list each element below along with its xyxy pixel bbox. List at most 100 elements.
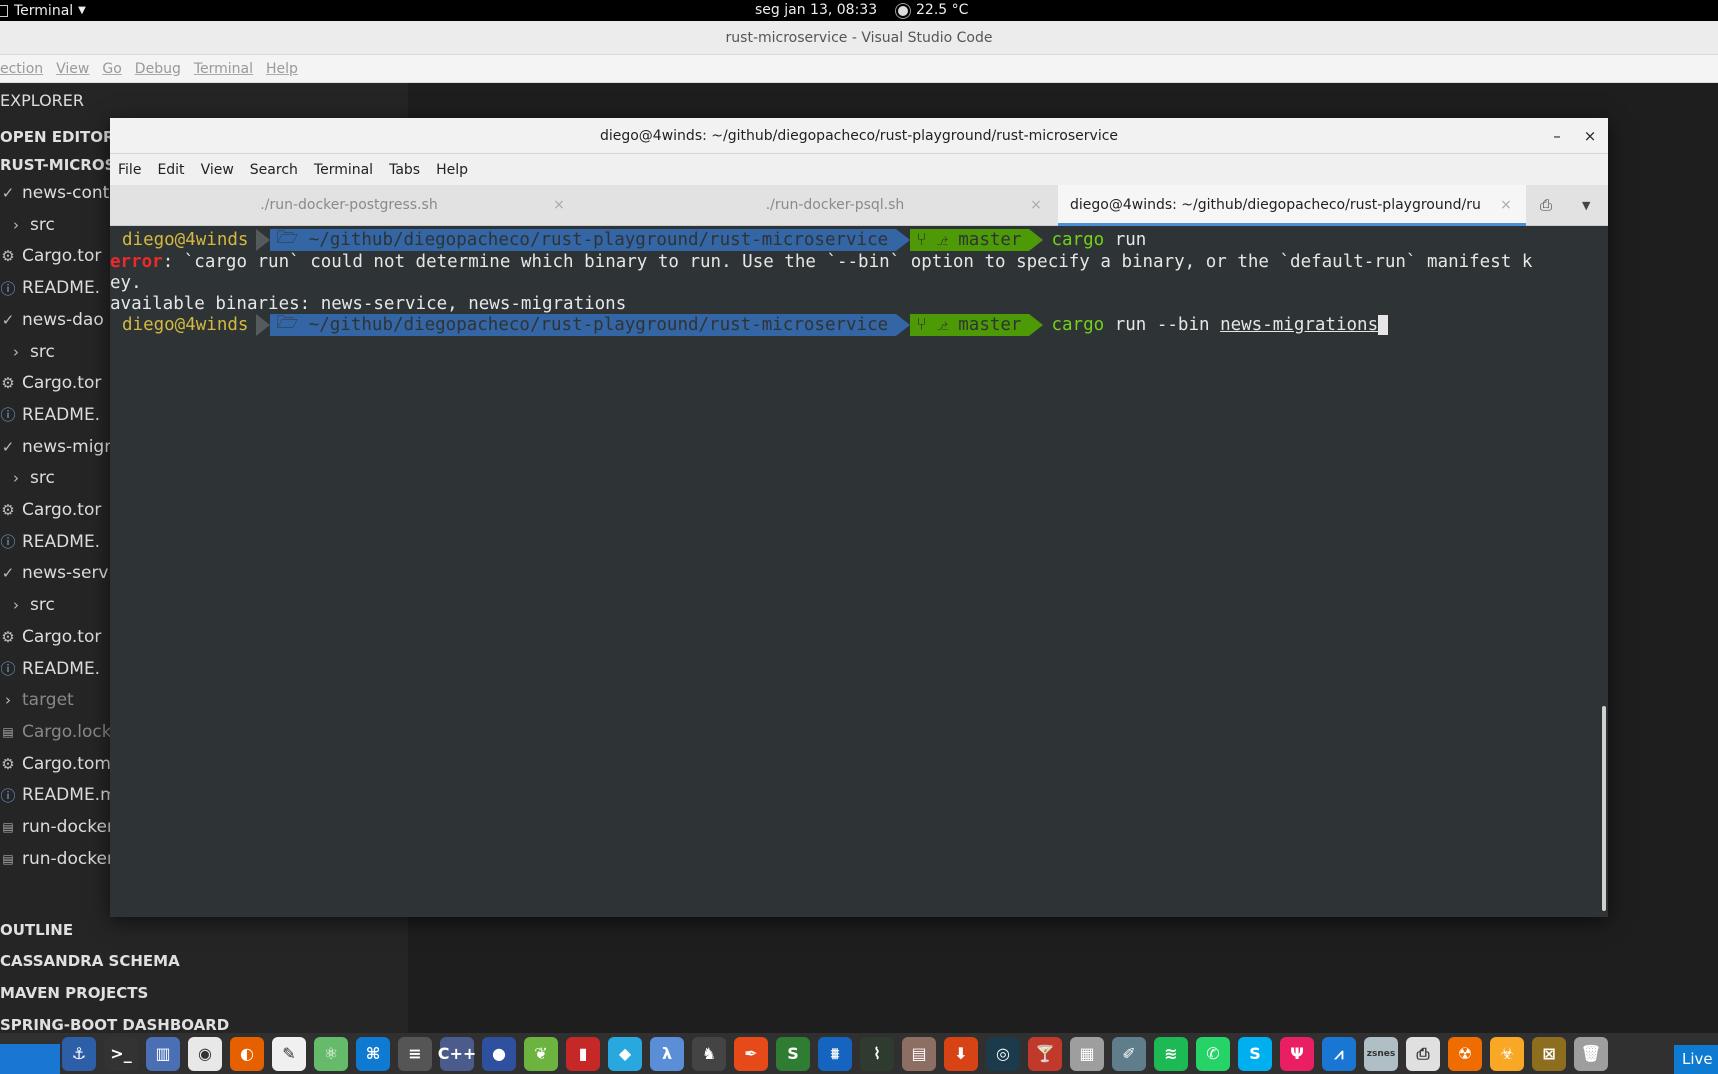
terminal-scrollbar[interactable] bbox=[1600, 226, 1608, 917]
vscode-menu-item[interactable]: Go bbox=[102, 61, 121, 77]
vscode-menu-item[interactable]: Help bbox=[266, 61, 298, 77]
dosbox-icon[interactable]: ⊠ bbox=[1532, 1036, 1566, 1071]
vscode-menu-item[interactable]: View bbox=[56, 61, 89, 77]
tree-item[interactable]: ⚙ Cargo.tor bbox=[0, 623, 101, 651]
tree-item[interactable]: › src bbox=[8, 591, 55, 619]
scrollbar-thumb[interactable] bbox=[1602, 706, 1606, 911]
stripes-icon[interactable]: ≡ bbox=[398, 1036, 432, 1071]
spotify-icon[interactable]: ≋ bbox=[1154, 1036, 1188, 1071]
weather-indicator[interactable]: 22.5 °C bbox=[898, 0, 968, 21]
cpp-icon[interactable]: C++ bbox=[438, 1036, 476, 1071]
tree-item[interactable]: ▤ run-docker bbox=[0, 813, 114, 841]
terminal-titlebar[interactable]: diego@4winds: ~/github/diegopacheco/rust… bbox=[110, 118, 1608, 154]
spring-icon[interactable]: ❦ bbox=[524, 1036, 558, 1071]
chrome-icon[interactable]: ◉ bbox=[188, 1036, 222, 1071]
terminal-menu-item[interactable]: Terminal bbox=[314, 162, 373, 178]
tab-close-icon[interactable]: × bbox=[1028, 185, 1044, 226]
vscode-icon[interactable]: ⌘ bbox=[356, 1036, 390, 1071]
outline-section[interactable]: OUTLINE bbox=[0, 921, 73, 939]
dock: ⚓ >_ ▥ ◉ ◐ ✎ ⚛ ⌘ ≡ C++ ● ❦ ▮ ◆ λ ♞ ✒ S ⩩ ⌇ ▤ ⬇ ◎ 🍸 ▦ ✐ ≋ ✆ S Ψ ⩘ zsnes ⎙… bbox=[0, 1033, 1718, 1074]
network-icon[interactable]: ◎ bbox=[986, 1036, 1020, 1071]
cassandra-schema-section[interactable]: CASSANDRA SCHEMA bbox=[0, 952, 180, 970]
tab-run-docker-psql[interactable]: ./run-docker-psql.sh × bbox=[608, 185, 1108, 226]
whatsapp-icon[interactable]: ✆ bbox=[1196, 1036, 1230, 1071]
trash-icon[interactable]: 🗑 bbox=[1574, 1036, 1608, 1071]
atom-icon[interactable]: ⚛ bbox=[314, 1036, 348, 1071]
zsnes-icon[interactable]: zsnes bbox=[1364, 1036, 1398, 1071]
close-button[interactable]: × bbox=[1578, 118, 1602, 154]
sysmon-icon[interactable]: ⌇ bbox=[860, 1036, 894, 1071]
app-menu[interactable]: Terminal ▼ bbox=[0, 0, 86, 21]
tree-item[interactable]: ⓘ README. bbox=[0, 401, 100, 429]
tree-item[interactable]: ⚙ Cargo.toml bbox=[0, 750, 115, 778]
terminal-menu-item[interactable]: View bbox=[201, 162, 234, 178]
tree-item[interactable]: ✓ news-servic bbox=[0, 559, 123, 587]
clock[interactable]: seg jan 13, 08:33 bbox=[755, 0, 877, 21]
vscode-menu-item[interactable]: Debug bbox=[135, 61, 181, 77]
tree-item[interactable]: ⓘ README. bbox=[0, 655, 100, 683]
tree-item[interactable]: ✓ news-migra bbox=[0, 433, 122, 461]
vscode-status-left[interactable] bbox=[0, 1044, 60, 1074]
installer-icon[interactable]: ⬇ bbox=[944, 1036, 978, 1071]
tab-label: ./run-docker-psql.sh bbox=[765, 197, 905, 213]
maven-projects-section[interactable]: MAVEN PROJECTS bbox=[0, 984, 148, 1002]
chevron-down-icon: ✓ bbox=[1, 437, 15, 456]
books-icon[interactable]: ▤ bbox=[902, 1036, 936, 1071]
tab-close-icon[interactable]: × bbox=[1498, 185, 1514, 226]
open-editors-section[interactable]: OPEN EDITORS bbox=[0, 128, 125, 146]
tree-item[interactable]: ⓘ README.m bbox=[0, 781, 116, 809]
terminal-menu-item[interactable]: Help bbox=[436, 162, 468, 178]
vscode-menu-item[interactable]: Terminal bbox=[194, 61, 253, 77]
pen-icon[interactable]: ✒ bbox=[734, 1036, 768, 1071]
terminal-menu-item[interactable]: File bbox=[118, 162, 141, 178]
tree-item[interactable]: ✓ news-contr bbox=[0, 179, 117, 207]
brush-icon[interactable]: ✐ bbox=[1112, 1036, 1146, 1071]
tree-item[interactable]: ▤ Cargo.lock bbox=[0, 718, 111, 746]
skype-icon[interactable]: S bbox=[1238, 1036, 1272, 1071]
tree-item[interactable]: › target bbox=[0, 686, 74, 714]
terminal-menu-item[interactable]: Search bbox=[250, 162, 298, 178]
tree-item[interactable]: ⓘ README. bbox=[0, 528, 100, 556]
files-icon[interactable]: ▥ bbox=[146, 1036, 180, 1071]
tree-item[interactable]: ⓘ README. bbox=[0, 274, 100, 302]
redis-icon[interactable]: ▮ bbox=[566, 1036, 600, 1071]
project-section[interactable]: RUST-MICROSE bbox=[0, 156, 126, 174]
tree-item[interactable]: ⚙ Cargo.tor bbox=[0, 242, 101, 270]
tree-item[interactable]: › src bbox=[8, 464, 55, 492]
anchor-icon[interactable]: ⚓ bbox=[62, 1036, 96, 1071]
mortal-kombat-icon[interactable]: ☢ bbox=[1448, 1036, 1482, 1071]
terminal-menu-item[interactable]: Tabs bbox=[389, 162, 420, 178]
tab-run-docker-postgress[interactable]: ./run-docker-postgress.sh × bbox=[110, 185, 608, 226]
tab-active-shell[interactable]: diego@4winds: ~/github/diegopacheco/rust… bbox=[1058, 185, 1526, 226]
scala-icon[interactable]: S bbox=[776, 1036, 810, 1071]
tree-item[interactable]: ✓ news-dao bbox=[0, 306, 104, 334]
tree-item[interactable]: › src bbox=[8, 211, 55, 239]
globe-icon[interactable]: ● bbox=[482, 1036, 516, 1071]
tabs-dropdown-icon[interactable]: ▼ bbox=[1582, 185, 1590, 226]
live-badge[interactable]: Live bbox=[1674, 1045, 1718, 1074]
tree-item[interactable]: ⚙ Cargo.tor bbox=[0, 369, 101, 397]
docker-icon[interactable]: ◆ bbox=[608, 1036, 642, 1071]
calculator-icon[interactable]: ▦ bbox=[1070, 1036, 1104, 1071]
clojure-icon[interactable]: λ bbox=[650, 1036, 684, 1071]
tree-item[interactable]: › src bbox=[8, 338, 55, 366]
terminal-content[interactable]: diego@4winds 🗁 ~/github/diegopacheco/rust… bbox=[110, 226, 1600, 917]
tree-item[interactable]: ⚙ Cargo.tor bbox=[0, 496, 101, 524]
tab-close-icon[interactable]: × bbox=[551, 185, 567, 226]
vscode-menu-item[interactable]: ection bbox=[0, 61, 43, 77]
minimize-button[interactable]: – bbox=[1545, 118, 1569, 154]
tree-item[interactable]: ▤ run-docker bbox=[0, 845, 114, 873]
statistics-icon[interactable]: ⩘ bbox=[1322, 1036, 1356, 1071]
gitkraken-icon[interactable]: Ψ bbox=[1280, 1036, 1314, 1071]
mortal-kombat-2-icon[interactable]: ☣ bbox=[1490, 1036, 1524, 1071]
terminal-icon[interactable]: >_ bbox=[104, 1036, 138, 1071]
cocktail-icon[interactable]: 🍸 bbox=[1028, 1036, 1062, 1071]
text-editor-icon[interactable]: ✎ bbox=[272, 1036, 306, 1071]
spring-boot-dashboard-section[interactable]: SPRING-BOOT DASHBOARD bbox=[0, 1016, 229, 1034]
new-tab-icon[interactable]: ⎙ bbox=[1540, 185, 1552, 226]
terminal-menu-item[interactable]: Edit bbox=[157, 162, 184, 178]
firefox-icon[interactable]: ◐ bbox=[230, 1036, 264, 1071]
monitor-icon[interactable]: ⩩ bbox=[818, 1036, 852, 1071]
app-icon[interactable]: ♞ bbox=[692, 1036, 726, 1071]
printer-icon[interactable]: ⎙ bbox=[1406, 1036, 1440, 1071]
